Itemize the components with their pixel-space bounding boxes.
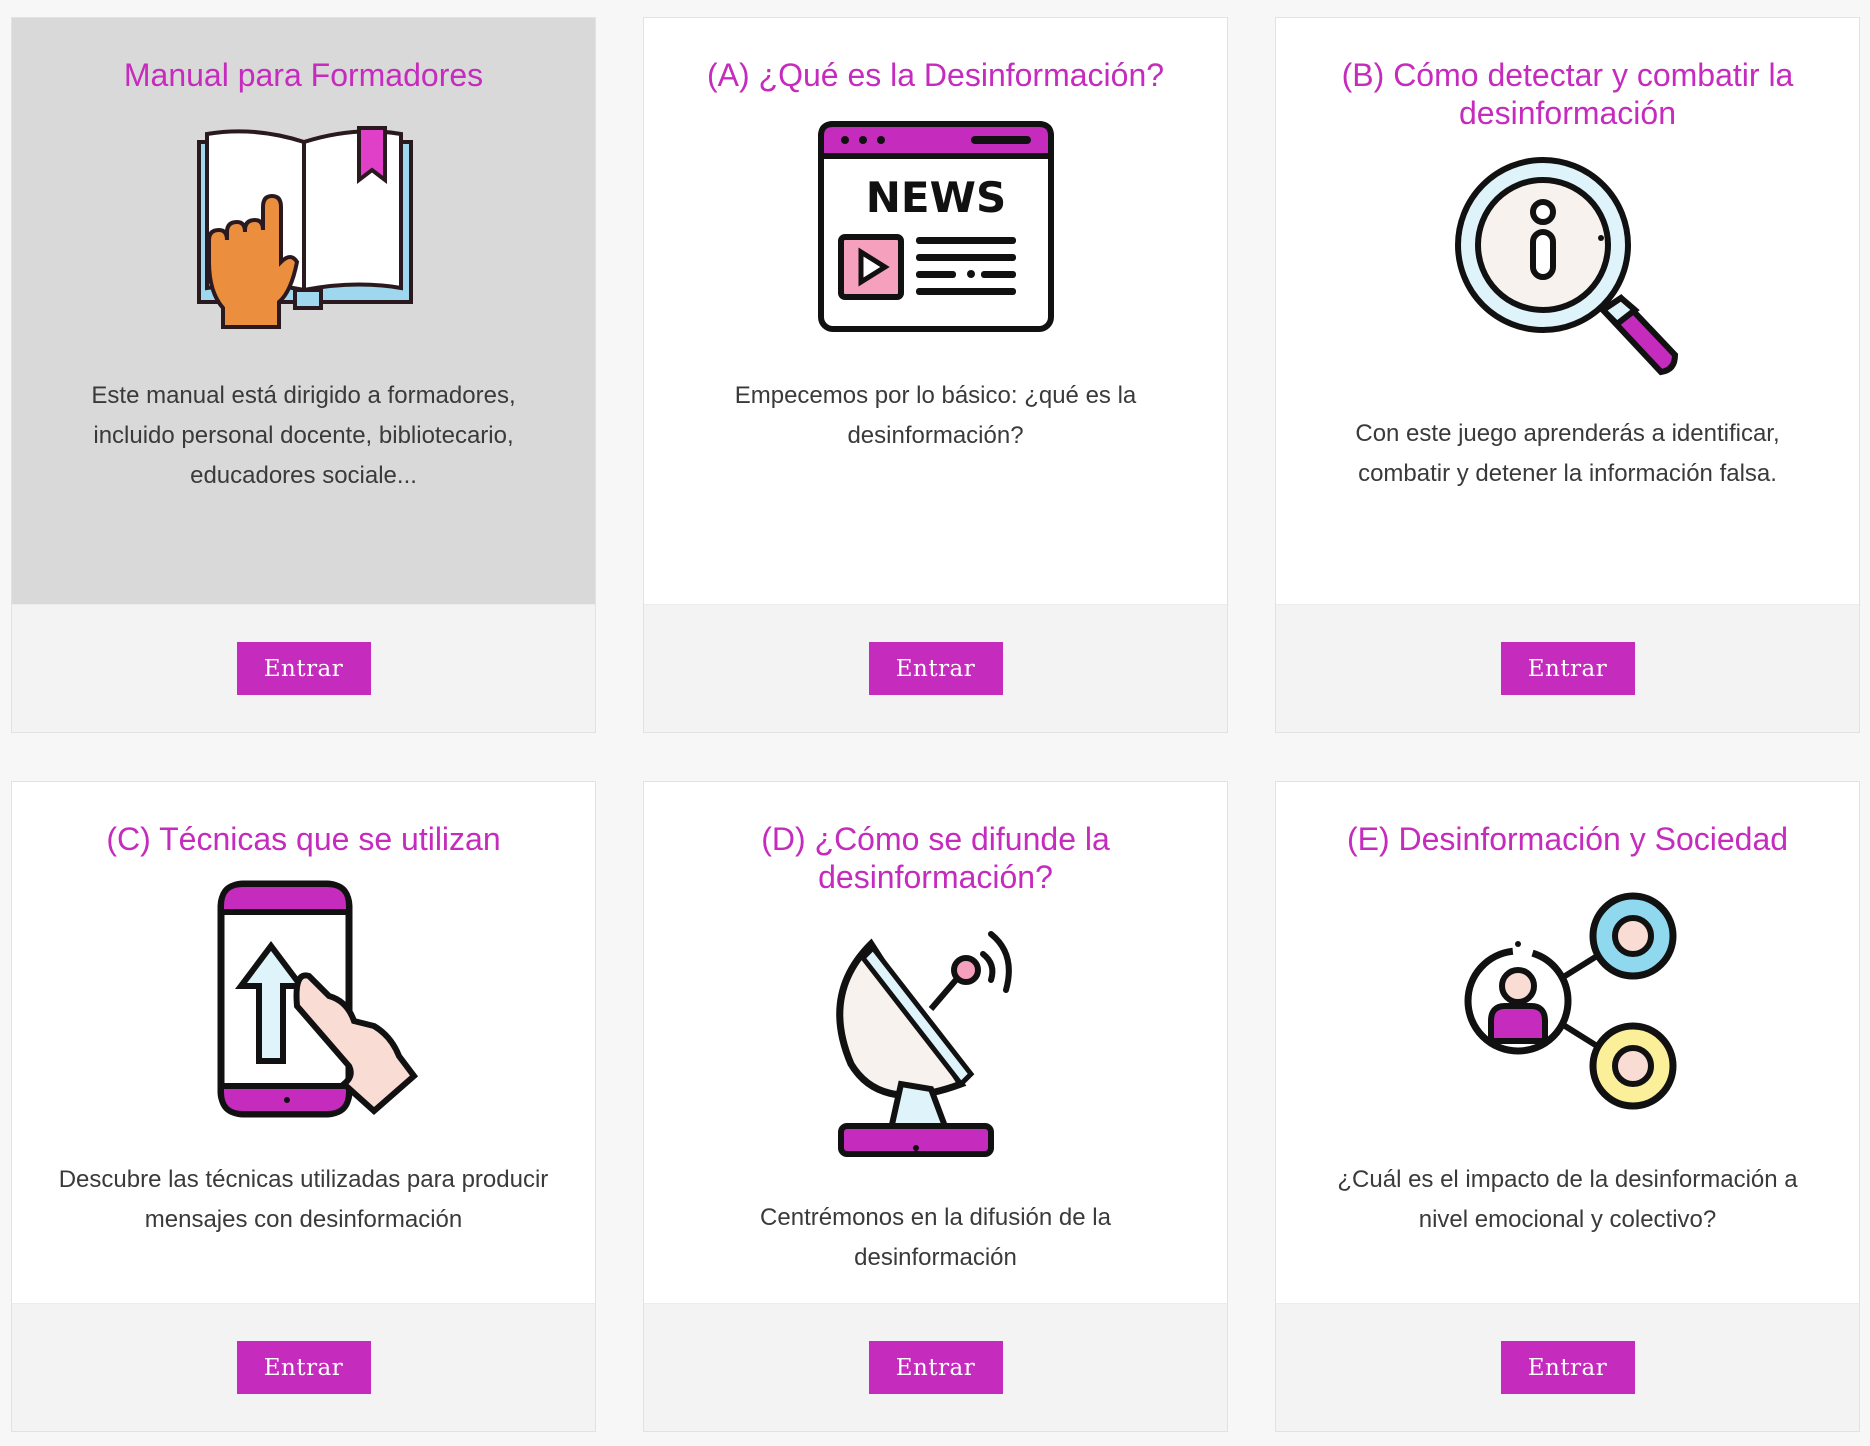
cards-grid: Manual para Formadores Este manual está …	[11, 17, 1861, 1432]
card-title[interactable]: (B) Cómo detectar y combatir la desinfor…	[1316, 56, 1819, 132]
card-title[interactable]: (C) Técnicas que se utilizan	[106, 820, 500, 858]
card-footer: Entrar	[12, 1303, 595, 1431]
smartphone-touch-icon	[179, 876, 429, 1126]
enter-button[interactable]: Entrar	[868, 1341, 1003, 1394]
social-network-icon	[1443, 876, 1693, 1126]
card-detectar-combatir: (B) Cómo detectar y combatir la desinfor…	[1275, 17, 1860, 733]
card-description: Centrémonos en la difusión de la desinfo…	[760, 1204, 1111, 1271]
enter-button[interactable]: Entrar	[868, 642, 1003, 695]
card-description: Con este juego aprenderás a identificar,…	[1355, 420, 1780, 487]
card-body: (A) ¿Qué es la Desinformación? NEWS Empe…	[644, 18, 1227, 604]
book-pointing-hand-icon	[179, 112, 429, 342]
card-manual-formadores: Manual para Formadores Este manual está …	[11, 17, 596, 733]
card-description: Empecemos por lo básico: ¿qué es la desi…	[734, 382, 1137, 449]
card-body: (E) Desinformación y Sociedad ¿Cuál es e…	[1276, 782, 1859, 1303]
enter-button[interactable]: Entrar	[236, 642, 371, 695]
magnifier-info-icon	[1443, 150, 1693, 380]
card-description: Este manual está dirigido a formadores, …	[91, 382, 516, 489]
card-footer: Entrar	[1276, 604, 1859, 732]
news-browser-icon: NEWS	[811, 112, 1061, 342]
card-title[interactable]: Manual para Formadores	[124, 56, 483, 94]
card-description: ¿Cuál es el impacto de la desinformación…	[1337, 1166, 1798, 1233]
card-que-es-desinformacion: (A) ¿Qué es la Desinformación? NEWS Empe…	[643, 17, 1228, 733]
card-tecnicas: (C) Técnicas que se utilizan Descubre la…	[11, 781, 596, 1432]
card-body: (D) ¿Cómo se difunde la desinformación? …	[644, 782, 1227, 1303]
card-footer: Entrar	[1276, 1303, 1859, 1431]
card-como-se-difunde: (D) ¿Cómo se difunde la desinformación? …	[643, 781, 1228, 1432]
news-label: NEWS	[865, 173, 1005, 222]
enter-button[interactable]: Entrar	[1500, 1341, 1635, 1394]
satellite-dish-icon	[811, 914, 1061, 1164]
card-footer: Entrar	[12, 604, 595, 732]
card-title[interactable]: (A) ¿Qué es la Desinformación?	[707, 56, 1164, 94]
card-footer: Entrar	[644, 604, 1227, 732]
card-desinformacion-sociedad: (E) Desinformación y Sociedad ¿Cuál es e…	[1275, 781, 1860, 1432]
card-body: (C) Técnicas que se utilizan Descubre la…	[12, 782, 595, 1303]
card-title[interactable]: (E) Desinformación y Sociedad	[1347, 820, 1788, 858]
card-footer: Entrar	[644, 1303, 1227, 1431]
card-body: Manual para Formadores Este manual está …	[12, 18, 595, 604]
enter-button[interactable]: Entrar	[1500, 642, 1635, 695]
card-title[interactable]: (D) ¿Cómo se difunde la desinformación?	[684, 820, 1187, 896]
enter-button[interactable]: Entrar	[236, 1341, 371, 1394]
card-description: Descubre las técnicas utilizadas para pr…	[58, 1166, 549, 1233]
card-body: (B) Cómo detectar y combatir la desinfor…	[1276, 18, 1859, 604]
